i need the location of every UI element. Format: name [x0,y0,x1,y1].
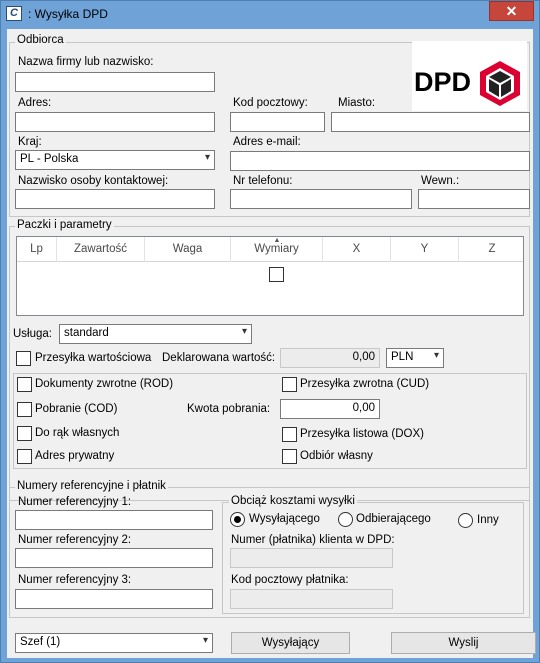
ref2-input[interactable] [15,548,213,568]
contact-label: Nazwisko osoby kontaktowej: [18,175,169,187]
payer-recipient-label: Odbierającego [356,513,431,525]
declared-value-input: 0,00 [280,348,380,368]
cod-checkbox[interactable] [17,402,32,417]
service-select-value: standard [64,327,109,339]
column-header-dimensions[interactable]: ▲ Wymiary [231,237,323,262]
email-input[interactable] [230,151,530,171]
charge-group-label: Obciąż kosztami wysyłki [229,495,357,507]
sender-profile-select-value: Szef (1) [20,636,61,648]
service-select[interactable]: standard ▾ [59,324,252,344]
private-address-label: Adres prywatny [35,450,115,462]
own-hands-label: Do rąk własnych [35,427,120,439]
references-group-label: Numery referencyjne i płatnik [15,480,168,492]
payer-sender-label: Wysyłającego [249,513,320,525]
postal-code-label: Kod pocztowy: [233,97,308,109]
cud-checkbox[interactable] [282,377,297,392]
cod-amount-label: Kwota pobrania: [187,403,271,415]
recipient-group-label: Odbiorca [15,34,66,46]
dpd-logo: DPD [412,41,527,111]
address-input[interactable] [15,112,215,132]
country-select[interactable]: PL - Polska ▾ [15,150,215,170]
dpd-cube-icon [480,61,520,106]
phone-input[interactable] [230,189,412,209]
city-label: Miasto: [338,97,376,109]
app-logo-icon: C [6,6,22,21]
payer-recipient-radio[interactable] [338,512,353,527]
ref3-input[interactable] [15,589,213,609]
email-label: Adres e-mail: [233,136,301,148]
service-label: Usługa: [13,328,52,340]
company-input[interactable] [15,72,215,92]
address-label: Adres: [18,97,52,109]
own-hands-checkbox[interactable] [17,426,32,441]
close-button[interactable]: ✕ [489,1,534,21]
payer-other-radio[interactable] [458,513,473,528]
cud-label: Przesyłka zwrotna (CUD) [300,378,430,390]
chevron-down-icon: ▾ [433,350,439,361]
dimensions-checkbox[interactable] [269,267,284,282]
chevron-down-icon: ▾ [241,326,247,337]
column-header-z[interactable]: Z [459,237,525,262]
city-input[interactable] [331,112,530,132]
dpd-logo-text: DPD [414,67,471,97]
dialog-body: Odbiorca DPD Nazwa firmy lub nazwisko: A… [7,29,536,658]
cod-amount-input[interactable]: 0,00 [280,399,380,419]
sender-button[interactable]: Wysyłający [231,632,350,654]
self-pickup-label: Odbiór własny [300,450,373,462]
dox-label: Przesyłka listowa (DOX) [300,428,424,440]
postal-code-input[interactable] [230,112,325,132]
ref1-label: Numer referencyjny 1: [18,496,132,508]
payer-postal-input [230,589,393,609]
payer-other-label: Inny [477,514,499,526]
currency-select-value: PLN [391,351,414,363]
ref3-label: Numer referencyjny 3: [18,574,132,586]
column-header-y[interactable]: Y [391,237,459,262]
payer-sender-radio[interactable] [230,512,245,527]
contact-input[interactable] [15,189,215,209]
cod-label: Pobranie (COD) [35,403,118,415]
chevron-down-icon: ▾ [204,152,210,163]
currency-select[interactable]: PLN ▾ [386,348,444,368]
company-label: Nazwa firmy lub nazwisko: [18,56,154,68]
ref2-label: Numer referencyjny 2: [18,534,132,546]
column-header-x[interactable]: X [323,237,391,262]
sender-profile-select[interactable]: Szef (1) ▾ [15,633,213,653]
column-header-content[interactable]: Zawartość [57,237,145,262]
parcels-table[interactable]: Lp Zawartość Waga ▲ Wymiary X Y Z [16,236,524,316]
rod-label: Dokumenty zwrotne (ROD) [35,378,174,390]
extension-label: Wewn.: [421,175,460,187]
rod-checkbox[interactable] [17,377,32,392]
extension-input[interactable] [418,189,530,209]
payer-number-input [230,548,393,568]
shipping-window: C : Wysyłka DPD ✕ Odbiorca DPD Nazwa fir… [0,0,540,663]
self-pickup-checkbox[interactable] [282,449,297,464]
country-select-value: PL - Polska [20,153,79,165]
title-bar[interactable]: C : Wysyłka DPD ✕ [1,1,539,27]
window-title: : Wysyłka DPD [28,7,108,21]
payer-number-label: Numer (płatnika) klienta w DPD: [231,534,395,546]
parcels-group-label: Paczki i parametry [15,219,114,231]
private-address-checkbox[interactable] [17,449,32,464]
column-header-weight[interactable]: Waga [145,237,231,262]
dox-checkbox[interactable] [282,427,297,442]
send-button[interactable]: Wyslij [391,632,536,654]
country-label: Kraj: [18,136,42,148]
parcels-table-header: Lp Zawartość Waga ▲ Wymiary X Y Z [17,237,523,262]
sort-up-icon: ▲ [273,237,281,244]
declared-value-label: Deklarowana wartość: [162,352,276,364]
chevron-down-icon: ▾ [202,635,208,646]
ref1-input[interactable] [15,510,213,530]
phone-label: Nr telefonu: [233,175,293,187]
declared-value-checkbox-label: Przesyłka wartościowa [35,352,152,364]
declared-value-checkbox[interactable] [16,351,31,366]
payer-postal-label: Kod pocztowy płatnika: [231,574,349,586]
column-header-lp[interactable]: Lp [17,237,57,262]
